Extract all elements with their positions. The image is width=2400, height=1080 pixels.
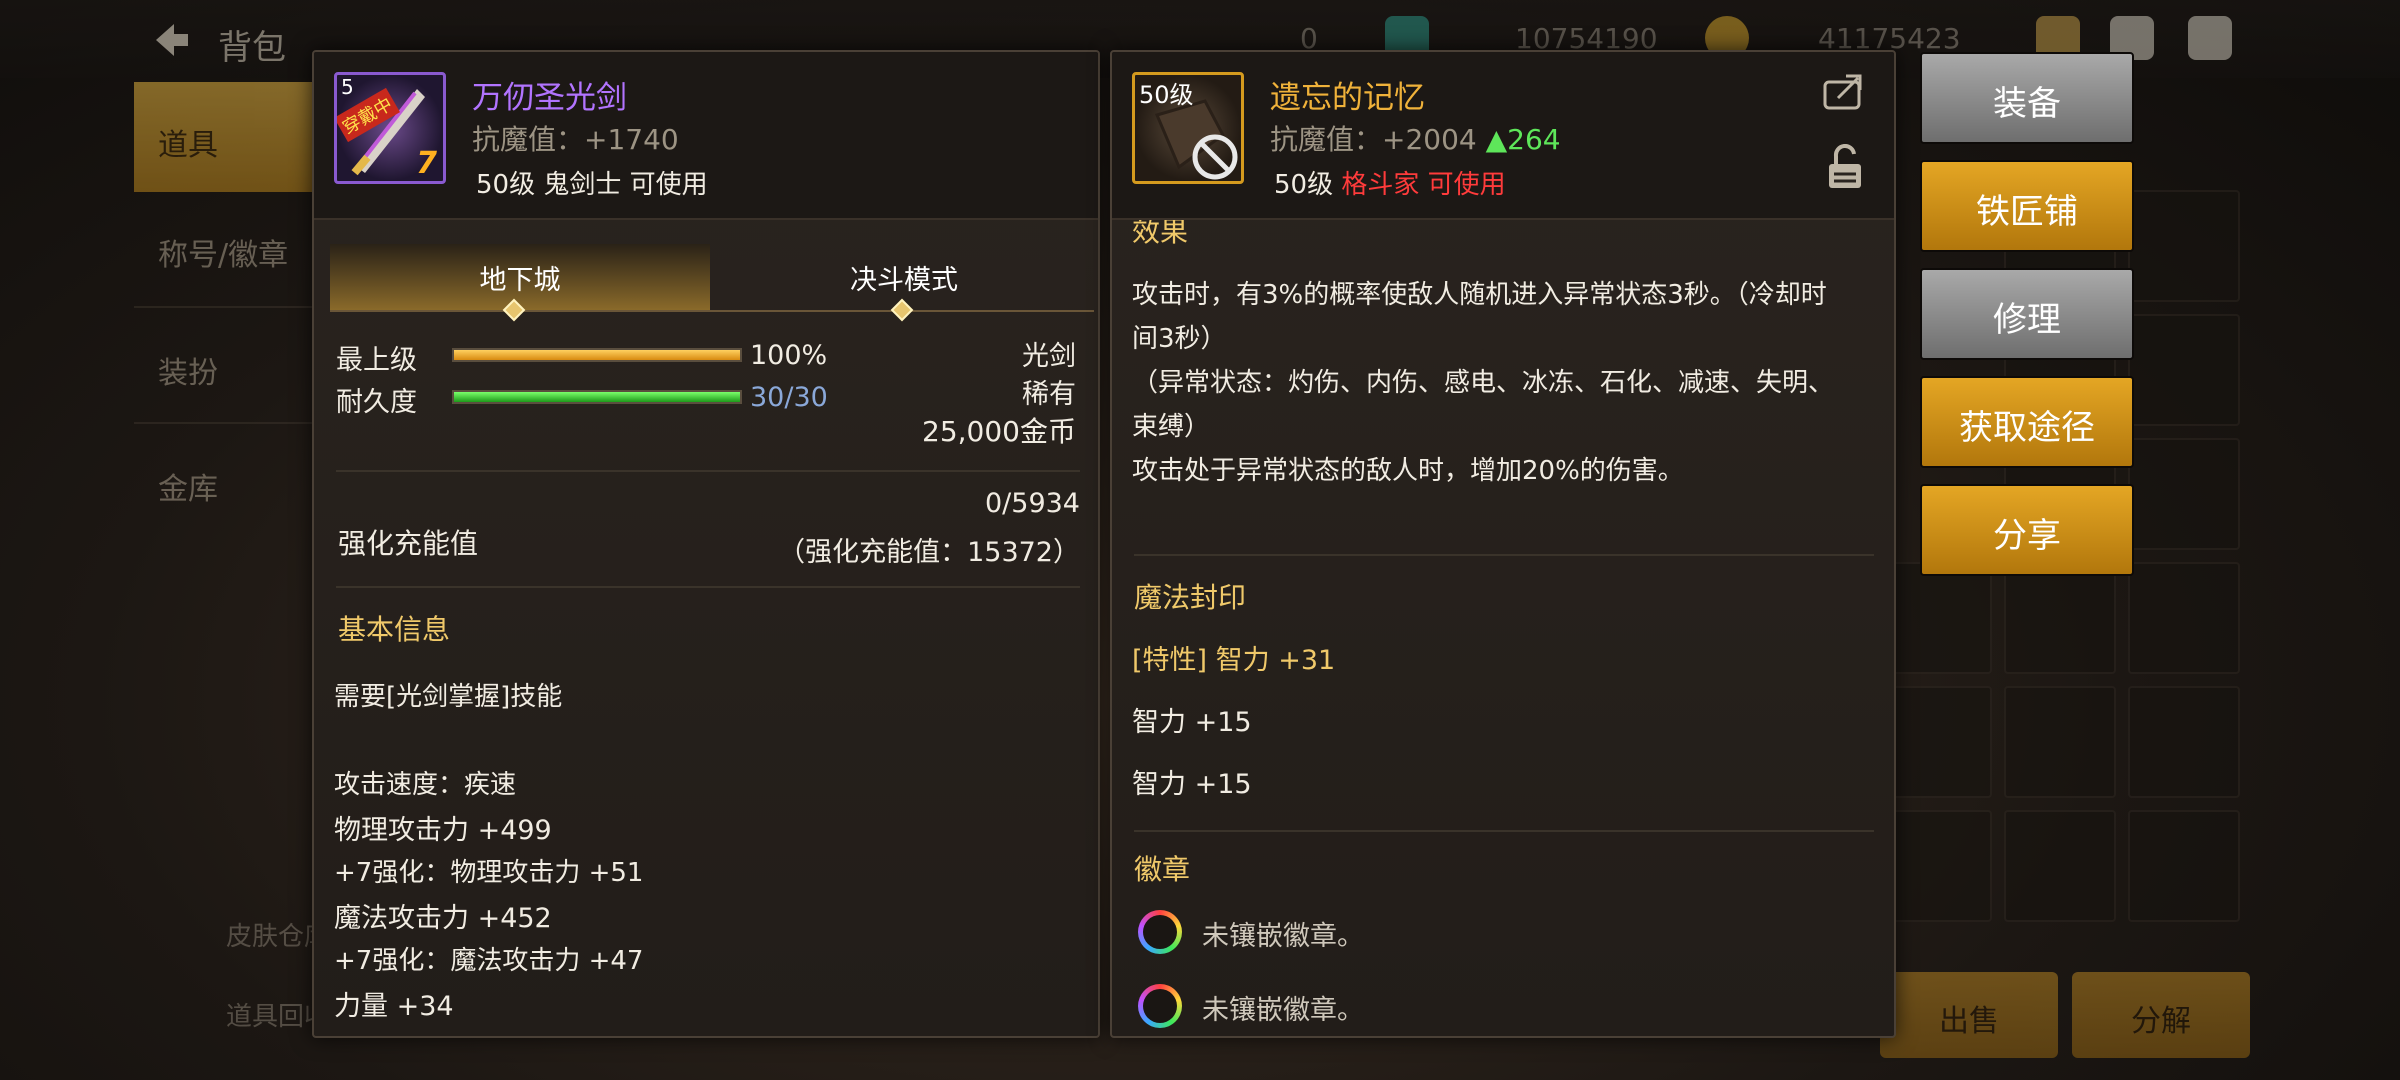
inventory-slot[interactable] xyxy=(1880,686,1992,798)
physical-attack-enhance: +7强化：物理攻击力 +51 xyxy=(334,858,644,888)
item-icon-sword: 5 穿戴中 7 xyxy=(334,72,446,184)
inventory-slot[interactable] xyxy=(2004,562,2116,674)
blacksmith-button[interactable]: 铁匠铺 xyxy=(1920,160,2134,252)
item-price: 25,000金币 xyxy=(922,415,1076,448)
item-icon-gauntlet: 50级 xyxy=(1132,72,1244,184)
item-rarity: 稀有 xyxy=(1022,379,1076,410)
share-button[interactable]: 分享 xyxy=(1920,484,2134,576)
grade-label: 最上级 xyxy=(336,345,417,376)
grade-bar xyxy=(452,348,742,362)
back-arrow-icon[interactable] xyxy=(148,18,192,62)
inventory-slot[interactable] xyxy=(1880,810,1992,922)
item-resist-value: 抗魔值：+2004 xyxy=(1270,123,1477,156)
item-header: 50级 遗忘的记忆 抗魔值：+2004 ▲264 50级 格斗家 可使用 xyxy=(1112,52,1894,220)
skill-requirement: 需要[光剑掌握]技能 xyxy=(334,682,563,712)
req-class: 格斗家 可使用 xyxy=(1341,170,1506,200)
disassemble-button[interactable]: 分解 xyxy=(2072,972,2250,1058)
durability-value: 30/30 xyxy=(750,382,828,413)
basic-info-title: 基本信息 xyxy=(338,613,451,646)
item-resist-delta: ▲264 xyxy=(1485,123,1561,156)
item-resist: 抗魔值：+1740 xyxy=(472,123,679,156)
durability-bar xyxy=(452,390,742,404)
empty-badge-icon xyxy=(1138,984,1182,1028)
equip-button[interactable]: 装备 xyxy=(1920,52,2134,144)
inventory-slot[interactable] xyxy=(1880,562,1992,674)
charge-value: 0/5934 xyxy=(985,488,1080,519)
page-title: 背包 xyxy=(218,28,286,68)
inventory-slot[interactable] xyxy=(2128,686,2240,798)
item-name: 遗忘的记忆 xyxy=(1270,80,1425,116)
item-requirement: 50级 格斗家 可使用 xyxy=(1274,164,1506,201)
inventory-slot[interactable] xyxy=(2128,314,2240,426)
obtain-source-button[interactable]: 获取途径 xyxy=(1920,376,2134,468)
magic-seal-title: 魔法封印 xyxy=(1134,581,1247,614)
inventory-slot[interactable] xyxy=(2128,190,2240,302)
nav-item-avatar[interactable]: 装扮 xyxy=(134,310,314,420)
share-out-icon[interactable] xyxy=(1822,72,1866,112)
empty-badge-icon xyxy=(1138,910,1182,954)
item-type: 光剑 xyxy=(1022,341,1076,372)
item-resist: 抗魔值：+2004 ▲264 xyxy=(1270,118,1561,158)
level-badge: 50级 xyxy=(1139,81,1194,109)
tab-dungeon[interactable]: 地下城 xyxy=(330,244,710,310)
item-requirement: 50级 鬼剑士 可使用 xyxy=(476,170,708,200)
effect-line: （异常状态：灼伤、内伤、感电、冰冻、石化、减速、失明、 xyxy=(1132,368,1835,398)
tab-underline xyxy=(330,310,1094,312)
inventory-slot[interactable] xyxy=(2128,438,2240,550)
badge-title: 徽章 xyxy=(1134,853,1191,886)
item-header: 5 穿戴中 7 万仞圣光剑 抗魔值：+1740 50级 鬼剑士 可使用 xyxy=(314,52,1098,220)
grade-value: 100% xyxy=(750,340,828,371)
strength-stat: 力量 +34 xyxy=(334,991,454,1022)
seal-line: 智力 +15 xyxy=(1132,707,1252,738)
section-divider xyxy=(1134,830,1874,832)
durability-label: 耐久度 xyxy=(336,387,417,418)
level-digit-badge: 5 xyxy=(341,75,354,99)
grade-bar-fill xyxy=(454,350,740,360)
left-nav: 道具 称号/徽章 装扮 金库 xyxy=(134,82,314,602)
seal-line-trait: [特性] 智力 +31 xyxy=(1132,645,1336,676)
physical-attack: 物理攻击力 +499 xyxy=(334,815,552,846)
effect-line: 间3秒） xyxy=(1132,324,1227,354)
req-level: 50级 xyxy=(1274,170,1334,200)
charge-label: 强化充能值 xyxy=(338,527,479,560)
repair-button[interactable]: 修理 xyxy=(1920,268,2134,360)
effect-line: 攻击时，有3%的概率使敌人随机进入异常状态3秒。（冷却时 xyxy=(1132,280,1827,310)
magic-attack: 魔法攻击力 +452 xyxy=(334,903,552,934)
section-divider xyxy=(1134,554,1874,556)
section-divider xyxy=(336,586,1080,588)
enhance-level-badge: 7 xyxy=(416,146,437,181)
sell-button[interactable]: 出售 xyxy=(1880,972,2058,1058)
nav-item-titles[interactable]: 称号/徽章 xyxy=(134,192,314,302)
inventory-slot[interactable] xyxy=(2128,562,2240,674)
seal-line: 智力 +15 xyxy=(1132,769,1252,800)
durability-bar-fill xyxy=(454,392,740,402)
item-name: 万仞圣光剑 xyxy=(472,80,627,116)
lock-open-icon[interactable] xyxy=(1826,144,1864,190)
nav-item-vault[interactable]: 金库 xyxy=(134,426,314,536)
attack-speed: 攻击速度：疾速 xyxy=(334,770,517,800)
effect-line: 攻击处于异常状态的敌人时，增加20%的伤害。 xyxy=(1132,456,1684,486)
nav-divider xyxy=(134,306,314,308)
nav-divider xyxy=(134,422,314,424)
effect-line: 束缚） xyxy=(1132,412,1211,442)
mode-tabs: 地下城 决斗模式 xyxy=(322,244,1094,322)
nav-item-items[interactable]: 道具 xyxy=(134,82,314,192)
chat-icon[interactable] xyxy=(2188,16,2232,60)
section-divider xyxy=(336,470,1080,472)
equipped-item-panel: 5 穿戴中 7 万仞圣光剑 抗魔值：+1740 50级 鬼剑士 可使用 地下城 … xyxy=(312,50,1100,1038)
badge-slot-text: 未镶嵌徽章。 xyxy=(1202,995,1364,1026)
magic-attack-enhance: +7强化：魔法攻击力 +47 xyxy=(334,946,644,976)
inventory-slot[interactable] xyxy=(2004,686,2116,798)
badge-slot-text: 未镶嵌徽章。 xyxy=(1202,921,1364,952)
charge-note: （强化充能值：15372） xyxy=(778,537,1080,568)
compared-item-panel: 效果 攻击时，有3%的概率使敌人随机进入异常状态3秒。（冷却时 间3秒） （异常… xyxy=(1110,50,1896,1038)
inventory-slot[interactable] xyxy=(2004,810,2116,922)
inventory-slot[interactable] xyxy=(2128,810,2240,922)
